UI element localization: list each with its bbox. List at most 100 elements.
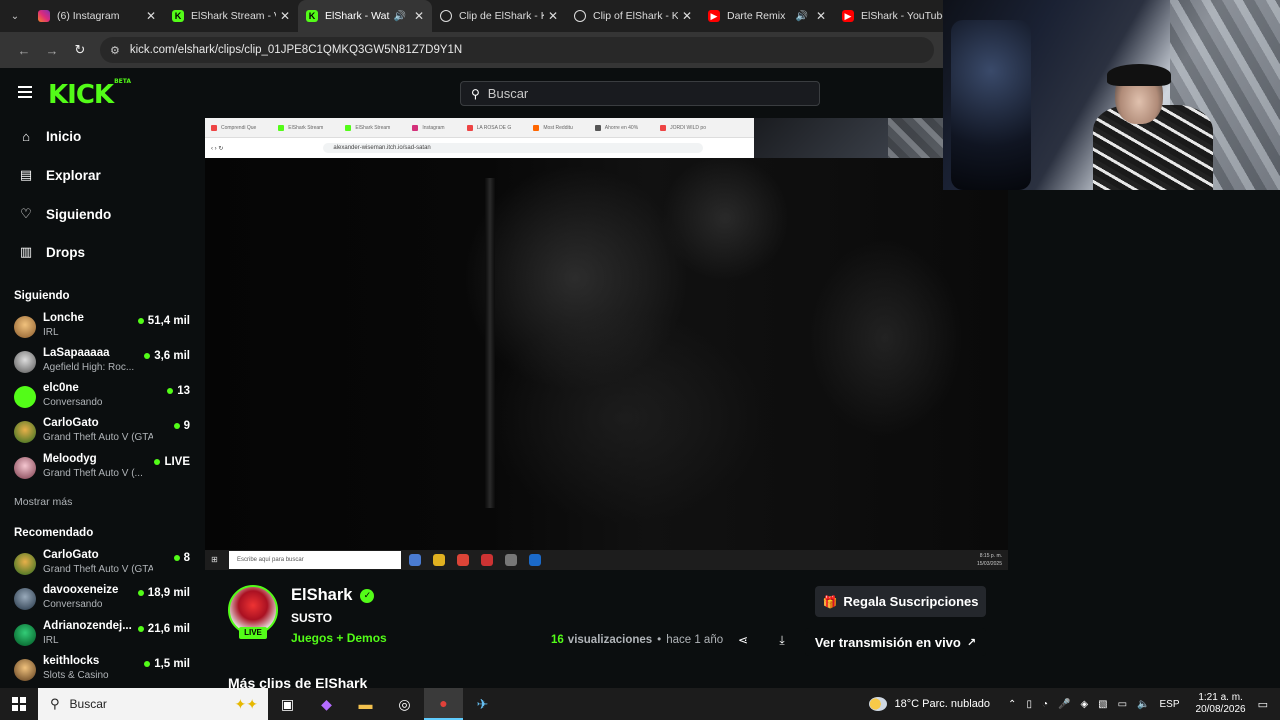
recommended-channel[interactable]: CarloGato Grand Theft Auto V (GTA) 8 bbox=[14, 549, 192, 581]
avatar bbox=[14, 457, 36, 479]
kick-logo[interactable]: KICKBETA bbox=[48, 78, 131, 110]
browser-tab-clip-of[interactable]: Clip of ElShark - K ✕ bbox=[566, 0, 700, 32]
gift-icon: 🎁 bbox=[822, 594, 838, 609]
sidebar-item-inicio[interactable]: ⌂ Inicio bbox=[18, 129, 81, 144]
hamburger-menu-icon[interactable] bbox=[18, 86, 32, 98]
browser-tab-clip-de[interactable]: Clip de ElShark - K ✕ bbox=[432, 0, 566, 32]
speaker-icon[interactable]: 🔊 bbox=[393, 11, 405, 22]
youtube-icon: ▶ bbox=[842, 10, 854, 22]
download-icon[interactable]: ⤓ bbox=[772, 633, 792, 651]
watch-live-button[interactable]: Ver transmisión en vivo ↗ bbox=[805, 628, 986, 656]
clip-category-link[interactable]: Juegos + Demos bbox=[291, 631, 387, 645]
sidebar-item-explorar[interactable]: ▤ Explorar bbox=[18, 167, 101, 183]
notifications-icon[interactable]: ▭ bbox=[1258, 698, 1268, 711]
browser-tab-elshark-stream[interactable]: K ElShark Stream - V ✕ bbox=[164, 0, 298, 32]
recommended-channel[interactable]: Adrianozendej... IRL 21,6 mil bbox=[14, 620, 192, 652]
instagram-icon bbox=[38, 10, 50, 22]
avatar bbox=[14, 659, 36, 681]
live-dot-icon bbox=[137, 318, 144, 324]
taskbar-clock[interactable]: 1:21 a. m. 20/08/2026 bbox=[1196, 692, 1246, 716]
task-view-icon[interactable]: ▣ bbox=[268, 688, 307, 720]
tray-app-icon[interactable]: ▧ bbox=[1098, 699, 1107, 710]
drops-icon: ▥ bbox=[19, 244, 33, 259]
address-bar[interactable]: ⚙ kick.com/elshark/clips/clip_01JPE8C1QM… bbox=[100, 37, 934, 63]
external-link-icon: ↗ bbox=[966, 636, 977, 649]
microphone-icon[interactable]: 🎤 bbox=[1058, 699, 1070, 710]
kick-icon: K bbox=[306, 10, 318, 22]
recommended-section-title: Recomendado bbox=[14, 527, 94, 539]
tab-search-chevron-icon[interactable]: ⌄ bbox=[0, 0, 30, 32]
tray-app-icon[interactable]: ◈ bbox=[1080, 699, 1088, 710]
site-search-input[interactable]: ⚲ Buscar bbox=[460, 81, 820, 106]
chevron-up-icon[interactable]: ⌃ bbox=[1008, 699, 1016, 710]
verified-check-icon: ✓ bbox=[360, 588, 375, 603]
live-dot-icon bbox=[137, 626, 144, 632]
following-channel[interactable]: Lonche IRL 51,4 mil bbox=[14, 312, 192, 344]
windows-start-icon[interactable] bbox=[0, 688, 38, 720]
avatar bbox=[14, 316, 36, 338]
following-channel[interactable]: elc0ne Conversando 13 bbox=[14, 382, 192, 414]
volume-icon[interactable]: 🔈 bbox=[1137, 699, 1149, 710]
tray-app-icon[interactable]: ▯ bbox=[1026, 699, 1032, 710]
avatar bbox=[14, 421, 36, 443]
file-explorer-icon[interactable]: ▬ bbox=[346, 688, 385, 720]
browser-tab-darte-remix[interactable]: ▶ Darte Remix 🔊 ✕ bbox=[700, 0, 834, 32]
search-icon: ⚲ bbox=[471, 86, 480, 101]
video-game-scene bbox=[205, 158, 1008, 550]
following-channel[interactable]: Meloodyg Grand Theft Auto V (... LIVE bbox=[14, 453, 192, 485]
speaker-icon[interactable]: 🔊 bbox=[795, 11, 807, 22]
avatar bbox=[14, 386, 36, 408]
avatar bbox=[14, 588, 36, 610]
clip-video-player[interactable]: Comprendi Que ElShark Stream ElShark Str… bbox=[205, 118, 1008, 570]
windows-start-icon: ⊞ bbox=[211, 555, 218, 564]
network-icon[interactable]: ▭ bbox=[1118, 699, 1127, 710]
share-icon[interactable]: ⋖ bbox=[733, 633, 753, 651]
sidebar-item-siguiendo[interactable]: ♡ Siguiendo bbox=[18, 206, 111, 222]
back-arrow-icon[interactable]: ← bbox=[10, 43, 38, 58]
gift-subscriptions-button[interactable]: 🎁 Regala Suscripciones bbox=[815, 586, 986, 617]
clip-icon bbox=[574, 10, 586, 22]
search-icon: ⚲ bbox=[50, 696, 60, 711]
site-search-placeholder: Buscar bbox=[487, 86, 529, 101]
following-channel[interactable]: LaSapaaaaa Agefield High: Roc... 3,6 mil bbox=[14, 347, 192, 379]
live-dot-icon bbox=[137, 590, 144, 596]
video-inner-browser: Comprendi Que ElShark Stream ElShark Str… bbox=[205, 118, 754, 158]
obs-icon[interactable]: ◎ bbox=[385, 688, 424, 720]
weather-widget[interactable]: 18°C Parc. nublado bbox=[868, 697, 990, 711]
site-settings-icon[interactable]: ⚙ bbox=[110, 44, 120, 57]
windows-taskbar: ⚲ Buscar ✦✦ ▣ ◆ ▬ ◎ ● ✈ 18°C Parc. nubla… bbox=[0, 688, 1280, 720]
browser-tab-elshark-active[interactable]: K ElShark - Wat 🔊 ✕ bbox=[298, 0, 432, 32]
forward-arrow-icon[interactable]: → bbox=[38, 43, 66, 58]
clip-stats: 16 visualizaciones • hace 1 año bbox=[551, 634, 724, 646]
video-inner-taskbar: ⊞ Escribe aquí para buscar 8:15 p. m. 15/… bbox=[205, 550, 1008, 570]
steam-icon[interactable]: ✈ bbox=[463, 688, 502, 720]
live-dot-icon bbox=[173, 423, 180, 429]
avatar bbox=[14, 624, 36, 646]
sidebar-item-drops[interactable]: ▥ Drops bbox=[18, 244, 85, 260]
chrome-icon[interactable]: ● bbox=[424, 688, 463, 720]
close-tab-icon[interactable]: ✕ bbox=[548, 9, 558, 23]
heart-icon: ♡ bbox=[20, 206, 32, 221]
clip-icon bbox=[440, 10, 452, 22]
recommended-channel[interactable]: keithlocks Slots & Casino 1,5 mil bbox=[14, 655, 192, 687]
close-tab-icon[interactable]: ✕ bbox=[682, 9, 692, 23]
close-tab-icon[interactable]: ✕ bbox=[280, 9, 290, 23]
close-tab-icon[interactable]: ✕ bbox=[414, 9, 424, 23]
taskbar-search-input[interactable]: ⚲ Buscar ✦✦ bbox=[38, 688, 268, 720]
browser-toolbar: ← → ↻ ⚙ kick.com/elshark/clips/clip_01JP… bbox=[0, 32, 944, 68]
show-more-link[interactable]: Mostrar más bbox=[14, 496, 72, 508]
streamer-name[interactable]: ElShark ✓ bbox=[291, 586, 375, 605]
close-tab-icon[interactable]: ✕ bbox=[816, 9, 826, 23]
sidebar: ⌂ Inicio ▤ Explorar ♡ Siguiendo ▥ Drops … bbox=[0, 118, 200, 688]
tray-app-icon[interactable]: ◔ bbox=[1042, 699, 1048, 710]
live-dot-icon bbox=[144, 661, 151, 667]
following-channel[interactable]: CarloGato Grand Theft Auto V (GTA) 9 bbox=[14, 417, 192, 449]
compass-icon: ▤ bbox=[19, 167, 33, 182]
browser-tab-instagram[interactable]: (6) Instagram ✕ bbox=[30, 0, 164, 32]
language-indicator[interactable]: ESP bbox=[1160, 699, 1180, 710]
copilot-icon[interactable]: ◆ bbox=[307, 688, 346, 720]
home-icon: ⌂ bbox=[22, 129, 30, 144]
reload-icon[interactable]: ↻ bbox=[66, 42, 94, 58]
recommended-channel[interactable]: davooxeneize Conversando 18,9 mil bbox=[14, 584, 192, 616]
close-tab-icon[interactable]: ✕ bbox=[146, 9, 156, 23]
